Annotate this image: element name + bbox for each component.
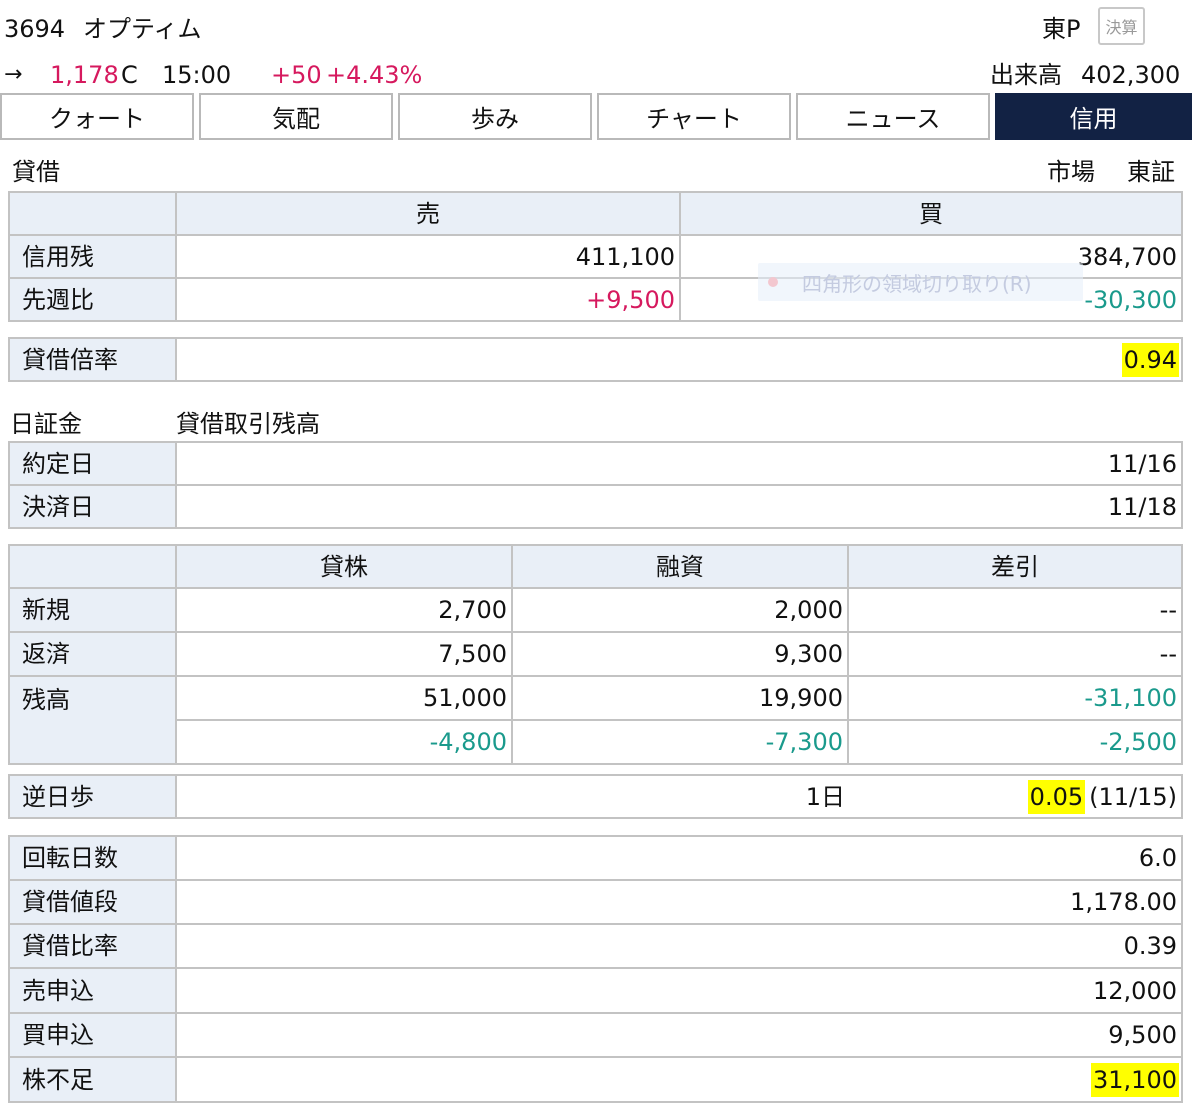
gyakuhibu-days: 1日 (177, 776, 849, 819)
dates-table: 約定日 11/16 決済日 11/18 (8, 441, 1183, 529)
hensai-yushi: 9,300 (513, 633, 849, 677)
record-dot-icon (768, 277, 778, 287)
row-label-hiritsu: 貸借比率 (10, 925, 177, 969)
hensai-sashihiki: -- (849, 633, 1183, 677)
kabufusoku-value: 31,100 (1091, 1062, 1179, 1097)
price-change: +50 (271, 61, 322, 89)
hiritsu-value: 0.39 (177, 925, 1183, 969)
stock-name: オプティム (83, 15, 202, 43)
balance-table: 貸株 融資 差引 新規 2,700 2,000 -- 返済 7,500 9,30… (8, 544, 1183, 765)
snip-tooltip: 四角形の領域切り取り(R) (758, 263, 1083, 301)
row-label-senshuhi: 先週比 (10, 279, 177, 322)
row-label-nedan: 貸借値段 (10, 881, 177, 925)
balance-corner (10, 546, 177, 589)
price-flag: C (121, 61, 138, 89)
zandaka-kashikabu: 51,000 (177, 677, 513, 721)
tab-bar: クォート 気配 歩み チャート ニュース 信用 (0, 93, 1192, 140)
tab-chart[interactable]: チャート (597, 93, 791, 140)
col-kashikabu-header: 貸株 (177, 546, 513, 589)
row-label-kaimoshikomi: 買申込 (10, 1014, 177, 1058)
row-label-shinki: 新規 (10, 589, 177, 633)
snip-tooltip-text: 四角形の領域切り取り(R) (802, 271, 1032, 296)
taishaku-title: 貸借 (12, 158, 60, 186)
senshuhi-sell: +9,500 (177, 279, 681, 322)
shinki-kashikabu: 2,700 (177, 589, 513, 633)
ratio-table: 貸借倍率 0.94 (8, 337, 1183, 382)
market-title-value: 東証 (1127, 158, 1175, 186)
tab-quote[interactable]: クォート (0, 93, 194, 140)
nedan-value: 1,178.00 (177, 881, 1183, 925)
shinki-yushi: 2,000 (513, 589, 849, 633)
market-label: 東P (1042, 15, 1081, 43)
kessaibi-value: 11/18 (177, 486, 1183, 529)
col-yushi-header: 融資 (513, 546, 849, 589)
row-label-gyakuhibu: 逆日歩 (10, 776, 177, 819)
diff-yushi: -7,300 (513, 721, 849, 765)
diff-kashikabu: -4,800 (177, 721, 513, 765)
zandaka-yushi: 19,900 (513, 677, 849, 721)
tab-news[interactable]: ニュース (796, 93, 990, 140)
row-label-kaiten: 回転日数 (10, 837, 177, 881)
taishaku-corner (10, 193, 177, 236)
ratio-value-cell: 0.94 (177, 339, 1183, 382)
price-time: 15:00 (162, 61, 232, 89)
gyakuhibu-table: 逆日歩 1日 0.05 (11/15) (8, 774, 1183, 819)
gyakuhibu-date: (11/15) (1089, 782, 1177, 811)
yakujobi-value: 11/16 (177, 443, 1183, 486)
zandaka-sashihiki: -31,100 (849, 677, 1183, 721)
row-label-kessaibi: 決済日 (10, 486, 177, 529)
nisshokin-subtitle: 貸借取引残高 (176, 410, 320, 438)
row-label-zandaka: 残高 (10, 677, 177, 765)
diff-sashihiki: -2,500 (849, 721, 1183, 765)
price-change-pct: +4.43% (326, 61, 423, 89)
stats-table: 回転日数 6.0 貸借値段 1,178.00 貸借比率 0.39 売申込 12,… (8, 835, 1183, 1103)
tab-shinyo[interactable]: 信用 (995, 93, 1192, 140)
col-sashihiki-header: 差引 (849, 546, 1183, 589)
kessan-button[interactable]: 決算 (1098, 7, 1145, 45)
row-label-shinyozan: 信用残 (10, 236, 177, 279)
row-label-yakujobi: 約定日 (10, 443, 177, 486)
gyakuhibu-value-cell: 0.05 (11/15) (849, 776, 1183, 819)
urimoshikomi-value: 12,000 (177, 969, 1183, 1014)
hensai-kashikabu: 7,500 (177, 633, 513, 677)
nisshokin-title: 日証金 (10, 410, 82, 438)
row-label-hensai: 返済 (10, 633, 177, 677)
stock-code: 3694 (4, 15, 66, 43)
kaiten-value: 6.0 (177, 837, 1183, 881)
volume-label: 出来高 (990, 61, 1062, 89)
row-label-ratio: 貸借倍率 (10, 339, 177, 382)
col-sell-header: 売 (177, 193, 681, 236)
tab-ayumi[interactable]: 歩み (398, 93, 592, 140)
kabufusoku-value-cell: 31,100 (177, 1058, 1183, 1103)
gyakuhibu-value: 0.05 (1027, 779, 1086, 814)
ratio-value: 0.94 (1121, 342, 1179, 377)
trend-arrow-icon: → (4, 62, 23, 87)
row-label-urimoshikomi: 売申込 (10, 969, 177, 1014)
current-price: 1,178 (50, 61, 119, 89)
kaimoshikomi-value: 9,500 (177, 1014, 1183, 1058)
shinyozan-sell: 411,100 (177, 236, 681, 279)
taishaku-table: 売 買 信用残 411,100 384,700 先週比 +9,500 -30,3… (8, 191, 1183, 322)
shinki-sashihiki: -- (849, 589, 1183, 633)
tab-kehai[interactable]: 気配 (199, 93, 393, 140)
volume-value: 402,300 (1081, 61, 1181, 89)
market-title-label: 市場 (1047, 158, 1095, 186)
col-buy-header: 買 (681, 193, 1183, 236)
row-label-kabufusoku: 株不足 (10, 1058, 177, 1103)
